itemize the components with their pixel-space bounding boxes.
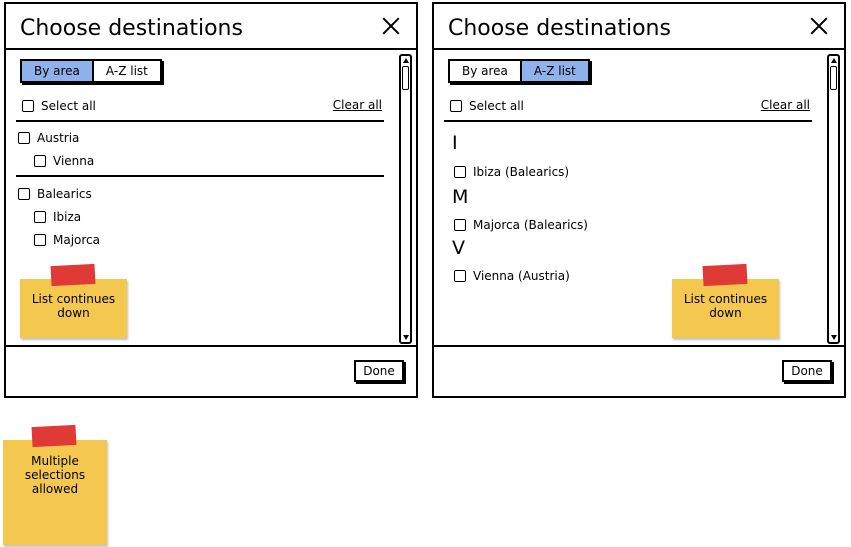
clear-all-link[interactable]: Clear all (333, 98, 382, 112)
clear-all-link[interactable]: Clear all (761, 98, 810, 112)
list-item-majorca-balearics[interactable]: Majorca (Balearics) (454, 218, 588, 232)
list-item-vienna[interactable]: Vienna (34, 154, 94, 168)
list-item-ibiza-balearics[interactable]: Ibiza (Balearics) (454, 165, 569, 179)
section-letter-v: V (452, 237, 465, 259)
select-all-row[interactable]: Select all (22, 99, 96, 113)
tab-a-z-list[interactable]: A-Z list (91, 61, 160, 81)
scrollbar[interactable] (827, 54, 840, 344)
scroll-down-icon[interactable] (403, 335, 409, 340)
list-item-majorca[interactable]: Majorca (34, 233, 100, 247)
select-all-label: Select all (41, 99, 96, 113)
group-label: Austria (37, 131, 80, 145)
tab-by-area[interactable]: By area (450, 61, 520, 81)
header-divider (434, 48, 844, 50)
note-line: down (709, 306, 742, 320)
item-label: Vienna (Austria) (473, 269, 570, 283)
view-tabs: By area A-Z list (448, 59, 590, 83)
list-item-ibiza[interactable]: Ibiza (34, 210, 81, 224)
tape-icon (702, 263, 748, 287)
tape-icon (31, 424, 77, 448)
item-checkbox[interactable] (454, 270, 466, 282)
destinations-dialog-a-z: Choose destinations By area A-Z list Sel… (432, 2, 846, 398)
item-label: Majorca (53, 233, 101, 247)
sticky-note-list-continues: List continues down (20, 279, 127, 338)
close-icon[interactable] (382, 17, 400, 35)
select-all-checkbox[interactable] (22, 100, 34, 112)
group-label: Balearics (37, 187, 92, 201)
note-line: List continues (31, 292, 116, 306)
tab-a-z-list[interactable]: A-Z list (519, 61, 588, 81)
list-item-vienna-austria[interactable]: Vienna (Austria) (454, 269, 570, 283)
note-line: allowed (31, 482, 79, 496)
scroll-thumb[interactable] (830, 66, 837, 90)
scrollbar[interactable] (399, 54, 412, 344)
sticky-note-multiple-selections: Multiple selections allowed (3, 440, 107, 545)
section-letter-m: M (452, 186, 469, 208)
scroll-up-icon[interactable] (403, 58, 409, 63)
scroll-thumb[interactable] (402, 66, 409, 90)
select-all-checkbox[interactable] (450, 100, 462, 112)
note-line: Multiple (31, 454, 79, 468)
divider (16, 175, 384, 177)
item-label: Ibiza (Balearics) (473, 165, 570, 179)
select-all-label: Select all (469, 99, 524, 113)
footer-divider (434, 345, 844, 347)
scroll-down-icon[interactable] (831, 335, 837, 340)
dialog-title: Choose destinations (448, 16, 671, 41)
footer-divider (6, 345, 416, 347)
item-checkbox[interactable] (34, 211, 46, 223)
item-checkbox[interactable] (34, 234, 46, 246)
note-line: selections (24, 468, 86, 482)
section-letter-i: I (452, 132, 458, 154)
divider (444, 120, 812, 122)
destinations-dialog-by-area: Choose destinations By area A-Z list Sel… (4, 2, 418, 398)
note-line: List continues (683, 292, 768, 306)
tab-by-area[interactable]: By area (22, 61, 92, 81)
done-button[interactable]: Done (782, 360, 832, 382)
item-checkbox[interactable] (454, 219, 466, 231)
header-divider (6, 48, 416, 50)
item-label: Vienna (53, 154, 95, 168)
item-label: Majorca (Balearics) (473, 218, 588, 232)
note-line: down (57, 306, 90, 320)
group-row-austria[interactable]: Austria (18, 131, 79, 145)
group-checkbox[interactable] (18, 188, 30, 200)
item-checkbox[interactable] (34, 155, 46, 167)
divider (16, 120, 384, 122)
select-all-row[interactable]: Select all (450, 99, 524, 113)
item-label: Ibiza (53, 210, 82, 224)
tape-icon (50, 263, 96, 287)
done-button[interactable]: Done (354, 360, 404, 382)
dialog-title: Choose destinations (20, 16, 243, 41)
sticky-note-list-continues: List continues down (672, 279, 779, 338)
view-tabs: By area A-Z list (20, 59, 162, 83)
group-row-balearics[interactable]: Balearics (18, 187, 92, 201)
group-checkbox[interactable] (18, 132, 30, 144)
scroll-up-icon[interactable] (831, 58, 837, 63)
close-icon[interactable] (810, 17, 828, 35)
item-checkbox[interactable] (454, 166, 466, 178)
